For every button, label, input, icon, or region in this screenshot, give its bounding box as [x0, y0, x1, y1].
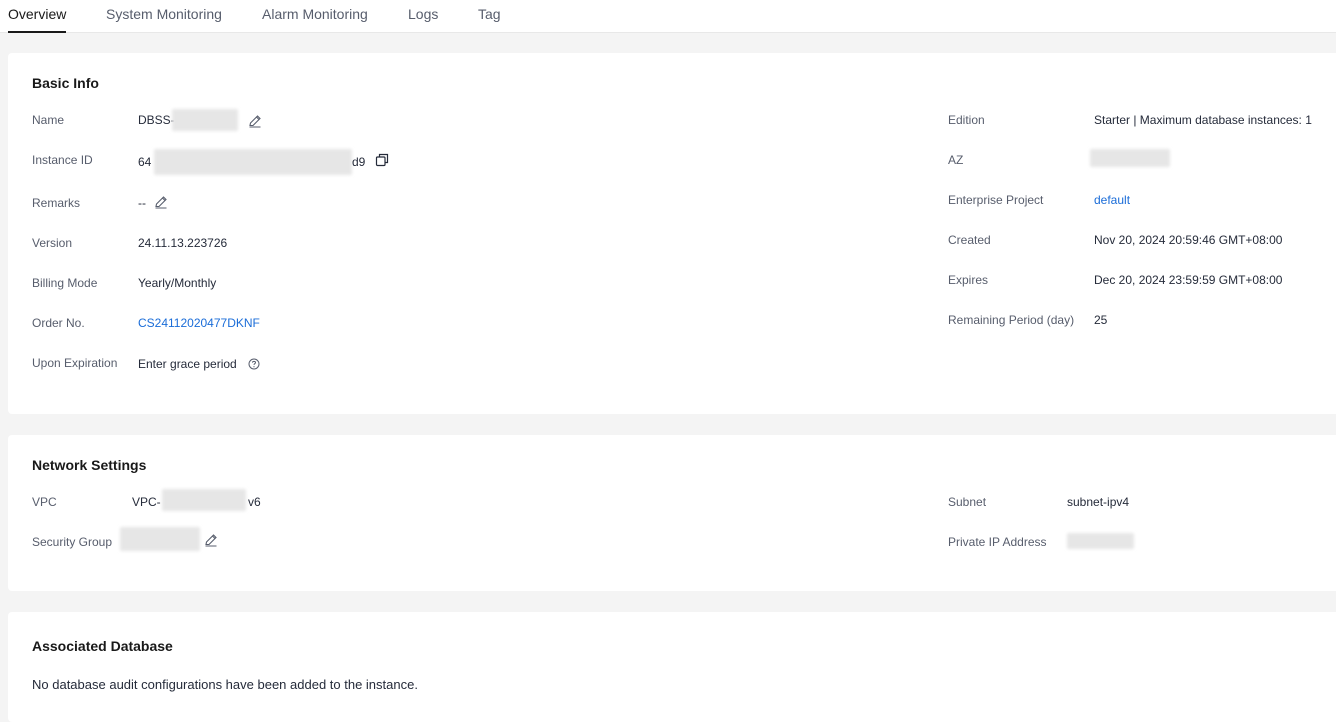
instance-id-redaction: [154, 149, 352, 175]
security-group-label: Security Group: [32, 535, 113, 549]
enterprise-project-label: Enterprise Project: [948, 193, 1044, 207]
edition-value: Starter | Maximum database instances: 1: [1094, 113, 1312, 127]
subnet-label: Subnet: [948, 495, 987, 509]
version-label: Version: [32, 236, 73, 250]
subnet-value: subnet-ipv4: [1067, 495, 1130, 509]
upon-expiration-label: Upon Expiration: [32, 356, 118, 370]
instance-id-label: Instance ID: [32, 153, 93, 167]
vpc-redaction: [162, 489, 246, 511]
expires-label: Expires: [948, 273, 989, 287]
expires-value: Dec 20, 2024 23:59:59 GMT+08:00: [1094, 273, 1283, 287]
empty-state-text: No database audit configurations have be…: [32, 677, 418, 692]
edition-label: Edition: [948, 113, 985, 127]
tab-bar: Overview System Monitoring Alarm Monitor…: [0, 0, 1336, 33]
name-value: DBSS-: [138, 113, 175, 127]
created-value: Nov 20, 2024 20:59:46 GMT+08:00: [1094, 233, 1283, 247]
remarks-value: --: [138, 196, 146, 210]
associated-database-card: Associated Database No database audit co…: [8, 612, 1336, 722]
private-ip-label: Private IP Address: [948, 535, 1047, 549]
tab-alarm-monitoring[interactable]: Alarm Monitoring: [262, 0, 368, 33]
vpc-suffix: v6: [248, 495, 261, 509]
tab-overview[interactable]: Overview: [8, 0, 67, 33]
tab-system-monitoring[interactable]: System Monitoring: [106, 0, 222, 33]
edit-icon[interactable]: [153, 194, 169, 210]
upon-expiration-value: Enter grace period: [138, 357, 237, 371]
security-group-redaction: [120, 527, 200, 551]
name-label: Name: [32, 113, 65, 127]
remaining-period-label: Remaining Period (day): [948, 313, 1075, 327]
basic-info-card: Basic Info Name DBSS- Instance ID 64 d9 …: [8, 53, 1336, 414]
remarks-label: Remarks: [32, 196, 81, 210]
associated-database-title: Associated Database: [32, 638, 173, 654]
enterprise-project-link[interactable]: default: [1094, 192, 1130, 208]
az-label: AZ: [948, 153, 964, 167]
name-redaction: [172, 109, 238, 131]
private-ip-redaction: [1067, 533, 1134, 549]
instance-id-prefix: 64: [138, 155, 152, 169]
copy-icon[interactable]: [374, 152, 390, 168]
remaining-period-value: 25: [1094, 313, 1108, 327]
vpc-prefix: VPC-: [132, 495, 161, 509]
edit-icon[interactable]: [203, 532, 219, 548]
basic-info-title: Basic Info: [32, 75, 99, 91]
vpc-label: VPC: [32, 495, 57, 509]
version-value: 24.11.13.223726: [138, 236, 228, 250]
tab-tag[interactable]: Tag: [478, 0, 501, 33]
order-no-link[interactable]: CS24112020477DKNF: [138, 315, 260, 331]
tab-logs[interactable]: Logs: [408, 0, 438, 33]
network-settings-card: Network Settings VPC VPC- v6 Security Gr…: [8, 435, 1336, 591]
order-no-label: Order No.: [32, 316, 85, 330]
network-settings-title: Network Settings: [32, 457, 147, 473]
billing-mode-value: Yearly/Monthly: [138, 276, 217, 290]
edit-icon[interactable]: [247, 113, 263, 129]
help-icon[interactable]: [248, 358, 260, 370]
az-redaction: [1090, 149, 1170, 167]
billing-mode-label: Billing Mode: [32, 276, 98, 290]
instance-id-suffix: d9: [352, 155, 366, 169]
created-label: Created: [948, 233, 991, 247]
